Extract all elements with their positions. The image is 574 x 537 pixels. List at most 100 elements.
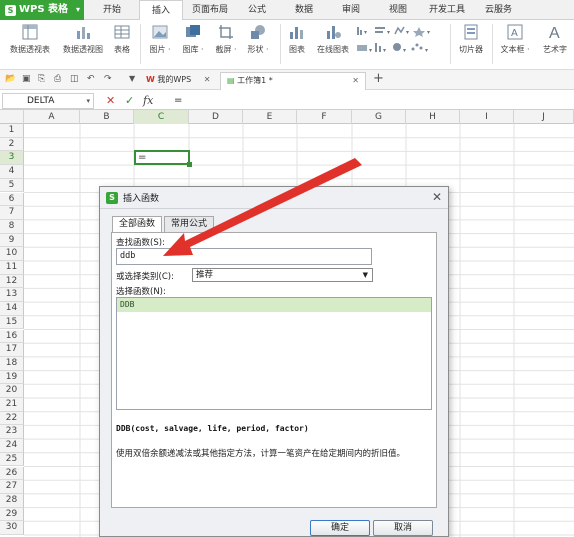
- row-header[interactable]: 2: [0, 137, 24, 152]
- column-header[interactable]: E: [243, 110, 297, 124]
- row-header[interactable]: 1: [0, 124, 24, 138]
- row-header[interactable]: 11: [0, 261, 24, 275]
- cancel-button[interactable]: 取消: [373, 520, 433, 536]
- menu-home[interactable]: 开始: [103, 0, 121, 20]
- row-header[interactable]: 18: [0, 356, 24, 371]
- row-header[interactable]: 27: [0, 480, 24, 494]
- column-header[interactable]: G: [352, 110, 406, 124]
- screenshot-button[interactable]: 截屏 ·: [212, 23, 240, 55]
- dialog-close-icon[interactable]: ✕: [432, 190, 442, 204]
- row-header[interactable]: 13: [0, 288, 24, 303]
- menu-view[interactable]: 视图: [389, 0, 407, 20]
- column-header[interactable]: B: [80, 110, 134, 124]
- row-header[interactable]: 25: [0, 452, 24, 467]
- name-box[interactable]: DELTA ▾: [2, 93, 94, 109]
- row-header[interactable]: 26: [0, 466, 24, 481]
- gallery-button[interactable]: 图库 ·: [179, 23, 207, 55]
- function-list[interactable]: DDB: [116, 297, 432, 410]
- pivot-table-label: 数据透视表: [10, 45, 50, 54]
- textbox-button[interactable]: A 文本框 ·: [497, 23, 533, 55]
- menu-formula[interactable]: 公式: [248, 0, 266, 20]
- category-select[interactable]: 推荐 ▼: [192, 268, 373, 282]
- menu-developer[interactable]: 开发工具: [429, 0, 465, 20]
- row-header[interactable]: 6: [0, 192, 24, 207]
- row-header[interactable]: 30: [0, 521, 24, 535]
- new-tab-icon[interactable]: +: [373, 71, 384, 86]
- picture-button[interactable]: 图片 ·: [146, 23, 174, 55]
- row-header[interactable]: 28: [0, 493, 24, 508]
- table-button[interactable]: 表格: [111, 23, 133, 55]
- undo-icon[interactable]: ↶: [87, 74, 95, 84]
- search-function-input[interactable]: ddb: [116, 248, 372, 265]
- print-icon[interactable]: ⎙: [54, 74, 61, 84]
- function-list-item-selected[interactable]: DDB: [117, 298, 431, 312]
- dialog-body: 查找函数(S): ddb 或选择类别(C): 推荐 ▼ 选择函数(N): DDB…: [111, 232, 437, 508]
- column-header[interactable]: J: [514, 110, 574, 124]
- app-menu-button[interactable]: S WPS 表格 ▾: [0, 0, 84, 20]
- row-header[interactable]: 4: [0, 165, 24, 179]
- menu-data[interactable]: 数据: [295, 0, 313, 20]
- slicer-button[interactable]: 切片器: [456, 23, 486, 55]
- tab-common-formulas[interactable]: 常用公式: [164, 216, 215, 232]
- row-header[interactable]: 29: [0, 507, 24, 522]
- row-header[interactable]: 23: [0, 425, 24, 440]
- pivot-table-button[interactable]: 数据透视表: [6, 23, 54, 55]
- row-header[interactable]: 9: [0, 233, 24, 248]
- row-header[interactable]: 15: [0, 315, 24, 330]
- dialog-title-bar[interactable]: S 插入函数 ✕: [100, 187, 448, 209]
- row-header[interactable]: 8: [0, 219, 24, 234]
- wordart-button[interactable]: A 艺术字: [538, 23, 572, 55]
- menu-page-layout[interactable]: 页面布局: [192, 0, 228, 20]
- row-header[interactable]: 14: [0, 302, 24, 316]
- tab-my-wps[interactable]: W 我的WPS ✕: [140, 72, 216, 90]
- chart-button[interactable]: 图表: [286, 23, 308, 55]
- menu-insert[interactable]: 插入: [139, 0, 184, 21]
- customize-dropdown-icon[interactable]: ▼: [129, 74, 135, 83]
- column-header[interactable]: I: [460, 110, 514, 124]
- fill-handle[interactable]: [187, 162, 192, 167]
- open-icon[interactable]: 📂: [5, 74, 16, 84]
- category-dropdown-icon: ▼: [362, 271, 368, 279]
- chart-type-buttons[interactable]: ▾ ▾ ▾ ▾ ▾ ▾ ▾ ▾: [355, 25, 445, 63]
- pivot-chart-button[interactable]: 数据透视图: [58, 23, 108, 55]
- select-all-corner[interactable]: [0, 110, 24, 124]
- row-header[interactable]: 5: [0, 178, 24, 193]
- column-header-selected[interactable]: C: [134, 110, 189, 124]
- row-header[interactable]: 19: [0, 370, 24, 385]
- row-header[interactable]: 10: [0, 247, 24, 261]
- save-icon[interactable]: ▣: [22, 74, 31, 84]
- close-tab-icon[interactable]: ✕: [352, 73, 359, 89]
- table-label: 表格: [114, 45, 130, 54]
- row-header[interactable]: 7: [0, 206, 24, 220]
- row-header[interactable]: 20: [0, 384, 24, 398]
- row-header[interactable]: 21: [0, 398, 24, 412]
- active-cell[interactable]: =: [134, 150, 192, 167]
- row-header[interactable]: 24: [0, 439, 24, 453]
- formula-input[interactable]: =: [166, 93, 572, 109]
- menu-review[interactable]: 审阅: [342, 0, 360, 20]
- gallery-label: 图库 ·: [182, 45, 204, 54]
- ok-button[interactable]: 确定: [310, 520, 370, 536]
- tab-workbook[interactable]: ▤ 工作簿1 * ✕: [220, 72, 366, 90]
- online-chart-button[interactable]: 在线图表: [313, 23, 353, 55]
- row-header[interactable]: 22: [0, 411, 24, 426]
- insert-function-icon[interactable]: fx: [143, 93, 153, 109]
- row-header[interactable]: 17: [0, 343, 24, 357]
- column-header[interactable]: F: [297, 110, 352, 124]
- column-header[interactable]: A: [24, 110, 80, 124]
- column-header[interactable]: D: [189, 110, 243, 124]
- shapes-button[interactable]: 形状 ·: [244, 23, 272, 55]
- redo-icon[interactable]: ↷: [104, 74, 112, 84]
- enter-formula-icon[interactable]: ✓: [125, 93, 134, 109]
- close-tab-icon[interactable]: ✕: [204, 75, 211, 84]
- export-icon[interactable]: ⎘: [38, 74, 45, 84]
- column-header[interactable]: H: [406, 110, 460, 124]
- print-preview-icon[interactable]: ◫: [70, 74, 79, 84]
- cancel-formula-icon[interactable]: ✕: [106, 93, 115, 109]
- row-header[interactable]: 12: [0, 274, 24, 289]
- menu-cloud[interactable]: 云服务: [485, 0, 512, 20]
- row-header[interactable]: 16: [0, 329, 24, 344]
- row-header[interactable]: 3: [0, 151, 24, 166]
- name-box-dropdown-icon[interactable]: ▾: [86, 94, 90, 108]
- tab-all-functions[interactable]: 全部函数: [112, 216, 163, 233]
